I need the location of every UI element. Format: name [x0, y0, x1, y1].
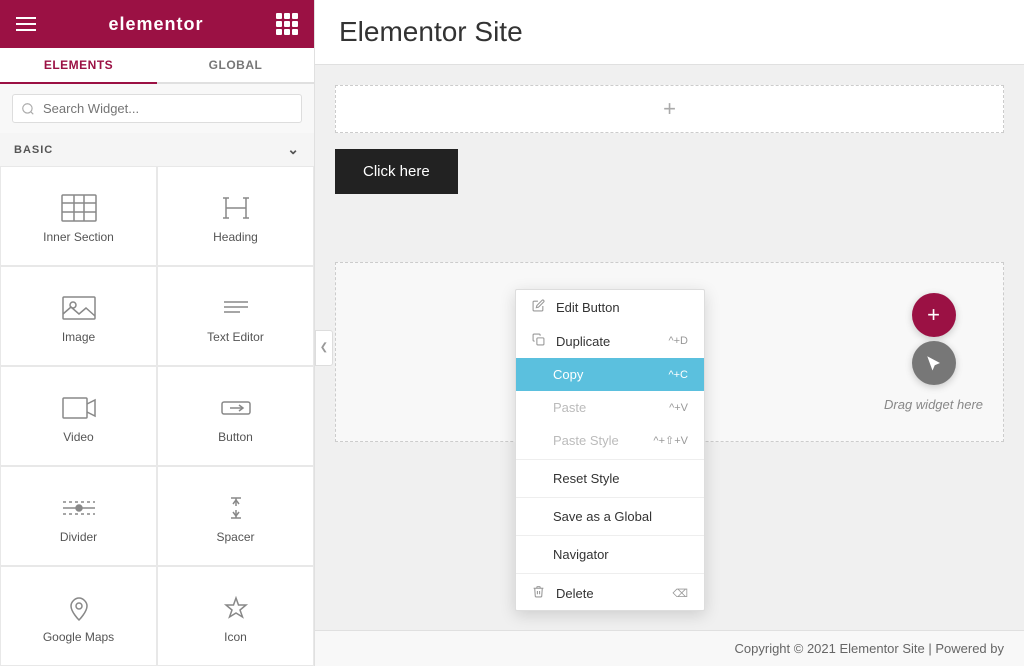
video-icon: [61, 394, 97, 422]
widget-inner-section[interactable]: Inner Section: [0, 166, 157, 266]
canvas-content: + Click here Edit Button: [315, 65, 1024, 630]
add-section-bar[interactable]: +: [335, 85, 1004, 133]
widget-label-divider: Divider: [60, 530, 97, 544]
context-menu-reset-style[interactable]: Reset Style: [516, 462, 704, 495]
context-menu: Edit Button Duplicate ^+D Copy ^+C: [515, 289, 705, 611]
widget-label-video: Video: [63, 430, 93, 444]
widget-label-inner-section: Inner Section: [43, 230, 114, 244]
hamburger-menu[interactable]: [16, 17, 36, 31]
inner-section-icon: [61, 194, 97, 222]
context-menu-paste: Paste ^+V: [516, 391, 704, 424]
edit-icon: [532, 299, 548, 315]
right-canvas: Elementor Site + Click here Edit Button: [315, 0, 1024, 666]
context-menu-navigator[interactable]: Navigator: [516, 538, 704, 571]
widget-label-text-editor: Text Editor: [207, 330, 264, 344]
text-editor-icon: [218, 294, 254, 322]
widget-text-editor[interactable]: Text Editor: [157, 266, 314, 366]
collapse-icon[interactable]: ⌄: [287, 141, 300, 158]
delete-icon: [532, 585, 548, 601]
grid-apps-icon[interactable]: [276, 13, 298, 35]
context-menu-divider-3: [516, 535, 704, 536]
section-header: BASIC ⌄: [0, 133, 314, 166]
widget-label-google-maps: Google Maps: [43, 630, 114, 644]
click-here-button[interactable]: Click here: [335, 149, 458, 194]
panel-header: elementor: [0, 0, 314, 48]
widget-spacer[interactable]: Spacer: [157, 466, 314, 566]
context-menu-divider-2: [516, 497, 704, 498]
fab-add-button[interactable]: +: [912, 293, 956, 337]
canvas-footer: Copyright © 2021 Elementor Site | Powere…: [315, 630, 1024, 666]
widget-heading[interactable]: Heading: [157, 166, 314, 266]
context-menu-save-global[interactable]: Save as a Global: [516, 500, 704, 533]
spacer-icon: [218, 494, 254, 522]
context-menu-copy[interactable]: Copy ^+C: [516, 358, 704, 391]
canvas-title: Elementor Site: [315, 0, 1024, 65]
widget-label-spacer: Spacer: [216, 530, 254, 544]
widget-divider[interactable]: Divider: [0, 466, 157, 566]
heading-icon: [218, 194, 254, 222]
widget-label-button: Button: [218, 430, 253, 444]
context-menu-divider-4: [516, 573, 704, 574]
tab-global[interactable]: GLOBAL: [157, 48, 314, 82]
widget-label-icon: Icon: [224, 630, 247, 644]
image-icon: [61, 294, 97, 322]
context-menu-duplicate[interactable]: Duplicate ^+D: [516, 324, 704, 358]
left-panel: elementor ELEMENTS GLOBAL BASIC ⌄: [0, 0, 315, 666]
logo: elementor: [108, 14, 203, 35]
context-menu-delete[interactable]: Delete ⌫: [516, 576, 704, 610]
widgets-grid: Inner Section Heading: [0, 166, 314, 666]
widget-icon[interactable]: Icon: [157, 566, 314, 666]
add-section-icon: +: [663, 96, 676, 122]
widget-google-maps[interactable]: Google Maps: [0, 566, 157, 666]
button-icon: [218, 394, 254, 422]
context-menu-paste-style: Paste Style ^+⇧+V: [516, 424, 704, 457]
context-menu-divider-1: [516, 459, 704, 460]
duplicate-icon: [532, 333, 548, 349]
search-bar: [0, 84, 314, 133]
context-menu-edit[interactable]: Edit Button: [516, 290, 704, 324]
widget-label-image: Image: [62, 330, 95, 344]
collapse-panel-handle[interactable]: ❮: [315, 330, 333, 366]
widget-image[interactable]: Image: [0, 266, 157, 366]
drag-label: Drag widget here: [884, 397, 983, 412]
widget-label-heading: Heading: [213, 230, 258, 244]
divider-icon: [61, 494, 97, 522]
tab-elements[interactable]: ELEMENTS: [0, 48, 157, 84]
widget-button[interactable]: Button: [157, 366, 314, 466]
fab-nav-button[interactable]: [912, 341, 956, 385]
icon-widget-icon: [218, 594, 254, 622]
fab-container: + Drag widget here: [884, 293, 983, 412]
panel-tabs: ELEMENTS GLOBAL: [0, 48, 314, 84]
google-maps-icon: [61, 594, 97, 622]
widget-video[interactable]: Video: [0, 366, 157, 466]
search-input[interactable]: [12, 94, 302, 123]
